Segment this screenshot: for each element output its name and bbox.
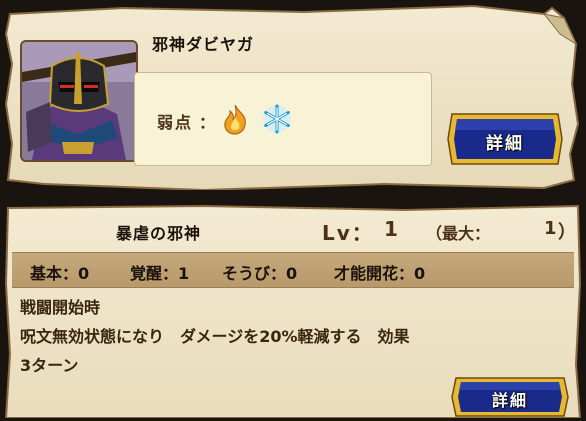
- stat-talent: 才能開花：0: [334, 264, 426, 283]
- skill-description-line-2: 呪文無効状態になり ダメージを20%軽減する 効果: [20, 327, 410, 346]
- skill-description-line-1: 戦闘開始時: [20, 298, 101, 317]
- monster-info-panel: 邪神ダビヤガ 弱点 ： 詳細: [4, 4, 582, 190]
- weakness-label: 弱点: [157, 113, 194, 132]
- level-value: 1: [384, 217, 398, 241]
- stat-band: 基本：0 覚醒：1 そうび：0 才能開花：0: [12, 252, 574, 288]
- level-label: Lv：: [322, 221, 374, 245]
- stat-basic: 基本：0: [30, 264, 90, 283]
- max-level-close: ）: [558, 222, 576, 243]
- stat-awaken: 覚醒：1: [130, 264, 190, 283]
- dark-knight-avatar: [22, 42, 136, 160]
- skill-info-panel: 暴虐の邪神 Lv： 1 （最大： 1 ） 基本：0 覚醒：1 そうび：0 才能開…: [4, 204, 582, 418]
- weakness-colon: ：: [199, 113, 216, 132]
- detail-button-top-label: 詳細: [486, 134, 524, 154]
- detail-button-bottom[interactable]: 詳細: [450, 376, 570, 418]
- monster-portrait: [20, 40, 138, 162]
- detail-button-top[interactable]: 詳細: [446, 110, 564, 168]
- ice-icon: [261, 103, 293, 139]
- skill-name: 暴虐の邪神: [116, 224, 202, 243]
- skill-description-line-3: 3ターン: [20, 356, 79, 375]
- max-level-value: 1: [544, 218, 557, 239]
- monster-name: 邪神ダビヤガ: [152, 35, 255, 54]
- detail-button-bottom-label: 詳細: [491, 391, 528, 410]
- skill-detail-screen: 邪神ダビヤガ 弱点 ： 詳細 暴虐の邪神 Lv： 1 （最大： 1 ） 基本：0…: [0, 0, 586, 421]
- max-level-label: （最大：: [426, 224, 491, 243]
- stat-equip: そうび：0: [222, 264, 298, 283]
- weakness-box: 弱点 ：: [134, 72, 432, 166]
- fire-icon: [219, 103, 251, 139]
